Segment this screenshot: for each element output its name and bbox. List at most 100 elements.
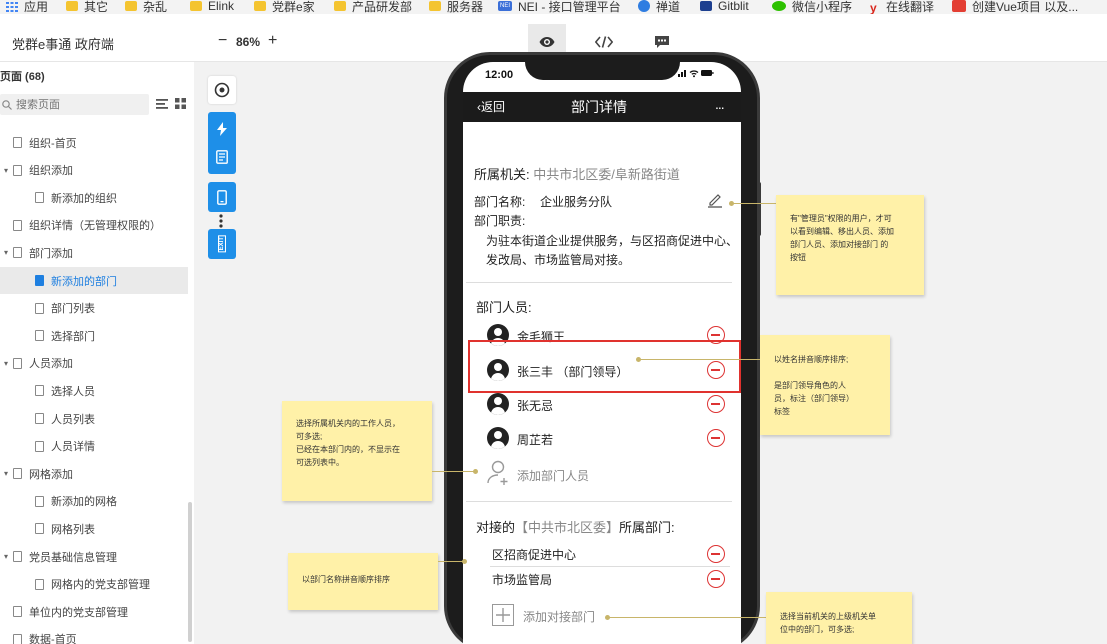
page-icon xyxy=(13,137,22,148)
bookmark-wechat[interactable]: 微信小程序 xyxy=(772,0,852,14)
sidebar-item-label: 人员列表 xyxy=(51,413,95,426)
exit-tool[interactable]: EXIT xyxy=(208,229,236,259)
divider xyxy=(466,501,732,502)
search-box[interactable] xyxy=(0,94,149,115)
sticky-note[interactable]: 选择当前机关的上级机关单 位中的部门，可多选; xyxy=(766,592,912,644)
caret-down-icon[interactable]: ▾ xyxy=(4,469,12,478)
pages-sidebar: 页面 (68) 组织-首页 ▾ 组织添加新添加的组织组织详情（无管理权限的） ▾ 部门添… xyxy=(0,62,194,644)
zoom-level[interactable]: 86% xyxy=(236,35,260,49)
sticky-note[interactable]: 有"管理员"权限的用户，才可 以看到编辑、移出人员、添加 部门人员、添加对接部门… xyxy=(776,195,924,295)
add-member-button[interactable] xyxy=(487,460,511,489)
sidebar-item-label: 网格添加 xyxy=(29,468,73,481)
sticky-note[interactable]: 以部门名称拼音顺序排序 xyxy=(288,553,438,610)
sidebar-item-page[interactable]: 选择部门 xyxy=(0,322,188,349)
sidebar-item-page[interactable]: 新添加的组织 xyxy=(0,184,188,211)
bookmark-folder[interactable]: 其它 xyxy=(66,0,108,14)
remove-member-button[interactable] xyxy=(707,395,725,413)
person-icon xyxy=(487,427,509,449)
sidebar-item-page[interactable]: 部门列表 xyxy=(0,295,188,322)
more-button[interactable]: ... xyxy=(715,96,725,112)
bookmark-apps[interactable]: 应用 xyxy=(6,0,48,14)
add-linked-label[interactable]: 添加对接部门 xyxy=(523,608,595,625)
edit-button[interactable] xyxy=(707,192,723,211)
sidebar-item-page[interactable]: ▾ 组织添加 xyxy=(0,157,188,184)
divider xyxy=(490,566,730,567)
zoom-out-button[interactable]: − xyxy=(218,32,227,50)
bookmark-nei[interactable]: NEI NEI - 接口管理平台 xyxy=(498,0,621,14)
sidebar-item-page[interactable]: 人员详情 xyxy=(0,433,188,460)
apps-grid-icon xyxy=(6,1,18,12)
bookmark-translate[interactable]: y 在线翻译 xyxy=(870,0,934,14)
sidebar-item-page[interactable]: 组织详情（无管理权限的） xyxy=(0,212,188,239)
bookmark-gitblit[interactable]: Gitblit xyxy=(700,0,749,14)
bookmark-folder[interactable]: 服务器 xyxy=(429,0,483,14)
bookmark-csdn[interactable]: 创建Vue项目 以及... xyxy=(952,0,1078,14)
plus-icon xyxy=(496,608,510,622)
sidebar-item-page[interactable]: 网格列表 xyxy=(0,515,188,542)
page-icon xyxy=(35,523,44,535)
remove-member-button[interactable] xyxy=(707,429,725,447)
org-row: 所属机关: 中共市北区委/阜新路街道 xyxy=(474,164,680,183)
sidebar-item-page[interactable]: 人员列表 xyxy=(0,405,188,432)
grid-view-icon[interactable] xyxy=(175,98,186,112)
page-icon xyxy=(13,551,22,562)
sidebar-item-page[interactable]: 单位内的党支部管理 xyxy=(0,598,188,625)
phone-icon xyxy=(217,189,227,205)
dept-duty-line2: 发改局、市场监管局对接。 xyxy=(486,253,631,267)
linked-header: 对接的【中共市北区委】所属部门: xyxy=(476,517,675,536)
bookmark-folder[interactable]: 产品研发部 xyxy=(334,0,412,14)
zoom-in-button[interactable]: + xyxy=(268,32,277,50)
remove-linked-dept-button[interactable] xyxy=(707,545,725,563)
sidebar-scrollbar[interactable] xyxy=(188,502,192,642)
sidebar-item-page[interactable]: ▾ 人员添加 xyxy=(0,350,188,377)
dept-name-value: 企业服务分队 xyxy=(540,195,613,209)
device-tool[interactable] xyxy=(208,182,236,212)
sticky-note[interactable]: 以姓名拼音顺序排序; 是部门领导角色的人 员，标注（部门领导） 标签 xyxy=(760,335,890,435)
caret-down-icon[interactable]: ▾ xyxy=(4,359,12,368)
bookmark-label: 微信小程序 xyxy=(792,0,853,14)
sidebar-item-page[interactable]: 数据-首页 xyxy=(0,626,188,644)
nav-title: 部门详情 xyxy=(571,99,627,115)
sidebar-item-page[interactable]: ▾ 部门添加 xyxy=(0,239,188,266)
member-name: 张无忌 xyxy=(517,399,554,413)
sidebar-item-page[interactable]: ▾ 党员基础信息管理 xyxy=(0,543,188,570)
search-input[interactable] xyxy=(16,98,136,111)
add-linked-button[interactable] xyxy=(492,604,514,626)
sticky-note[interactable]: 选择所属机关内的工作人员， 可多选; 已经在本部门内的，不显示在 可选列表中。 xyxy=(282,401,432,501)
sidebar-item-page[interactable]: 网格内的党支部管理 xyxy=(0,571,188,598)
connector-line xyxy=(732,203,778,204)
caret-down-icon[interactable]: ▾ xyxy=(4,552,12,561)
target-icon xyxy=(214,82,230,98)
bookmark-folder[interactable]: 党群e家 xyxy=(254,0,315,14)
divider xyxy=(466,282,732,283)
target-tool[interactable] xyxy=(208,76,236,104)
page-icon xyxy=(35,385,44,397)
connector-line xyxy=(608,617,766,618)
add-member-label[interactable]: 添加部门人员 xyxy=(517,467,589,484)
sidebar-item-page[interactable]: 新添加的网格 xyxy=(0,488,188,515)
sidebar-item-page[interactable]: 组织-首页 xyxy=(0,129,188,156)
back-button[interactable]: ‹返回 xyxy=(477,98,505,115)
bookmark-folder[interactable]: 杂乱 xyxy=(125,0,167,14)
pencil-icon xyxy=(708,194,722,208)
sort-icon[interactable] xyxy=(156,98,168,112)
bookmark-label: 应用 xyxy=(24,0,49,14)
bookmark-folder[interactable]: Elink xyxy=(190,0,234,14)
linked-dept-name: 市场监管局 xyxy=(492,573,553,587)
caret-down-icon[interactable]: ▾ xyxy=(4,248,12,257)
more-icon: ... xyxy=(715,96,725,112)
lightning-icon[interactable] xyxy=(217,122,227,136)
connector-line xyxy=(639,359,761,360)
bookmark-label: 其它 xyxy=(84,0,109,14)
sidebar-item-page[interactable]: ▾ 网格添加 xyxy=(0,460,188,487)
sidebar-item-label: 组织详情（无管理权限的） xyxy=(29,220,161,233)
sidebar-item-page[interactable]: 选择人员 xyxy=(0,377,188,404)
bookmark-zentao[interactable]: 禅道 xyxy=(638,0,680,14)
note-icon[interactable] xyxy=(216,150,228,164)
caret-down-icon[interactable]: ▾ xyxy=(4,166,12,175)
bookmark-label: 党群e家 xyxy=(272,0,315,14)
sidebar-item-page[interactable]: 新添加的部门 xyxy=(0,267,188,294)
sidebar-item-label: 数据-首页 xyxy=(29,634,77,644)
folder-icon xyxy=(334,1,346,11)
remove-linked-dept-button[interactable] xyxy=(707,570,725,588)
